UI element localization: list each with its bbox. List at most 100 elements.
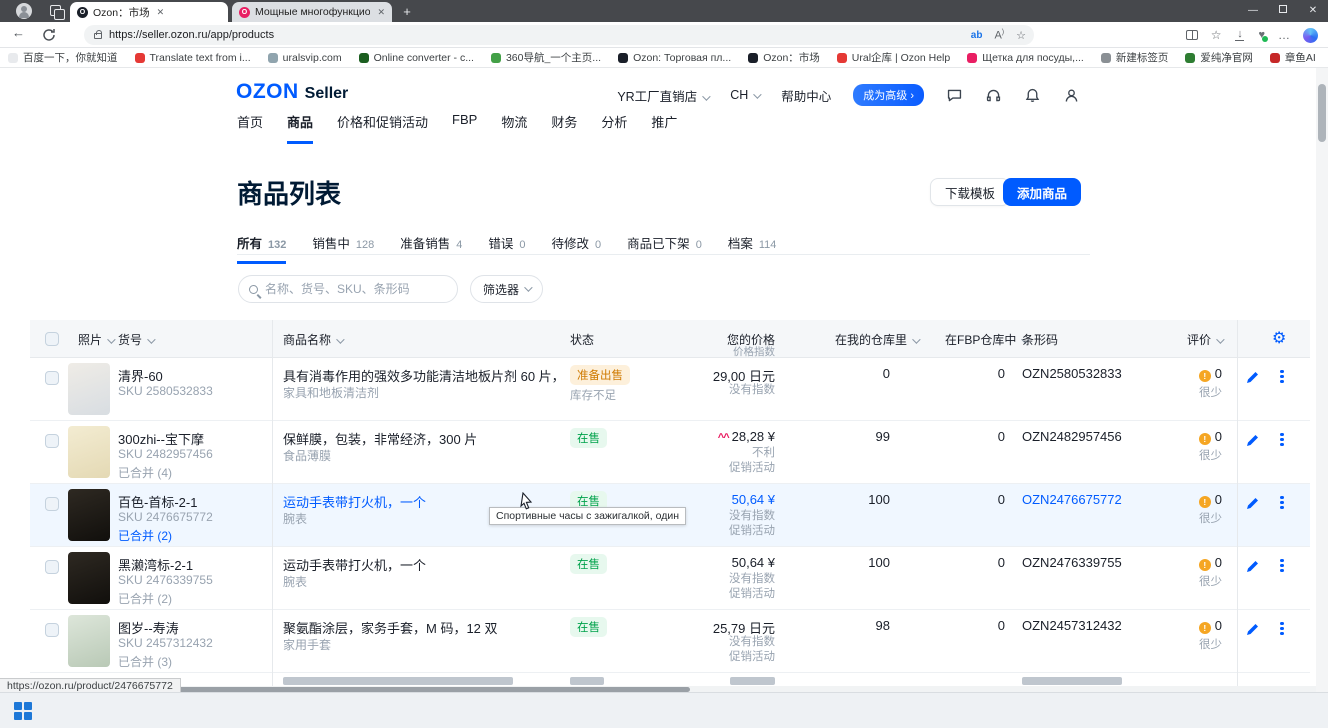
- downloads-icon[interactable]: ↓: [1234, 29, 1245, 41]
- read-aloud-icon[interactable]: A): [994, 29, 1004, 42]
- premium-button[interactable]: 成为高级 ›: [853, 84, 924, 106]
- column-photo[interactable]: 照片: [78, 331, 113, 348]
- column-my-warehouse[interactable]: 在我的仓库里: [835, 331, 918, 348]
- row-menu-kebab-icon[interactable]: [1275, 368, 1289, 386]
- copilot-icon[interactable]: [1303, 28, 1318, 43]
- account-icon[interactable]: [1063, 87, 1080, 104]
- product-name[interactable]: 运动手表带打火机，一个: [283, 555, 426, 574]
- translate-icon[interactable]: ab: [971, 30, 983, 41]
- edit-pencil-icon[interactable]: [1245, 496, 1260, 514]
- status-tab-销售中[interactable]: 销售中128: [312, 233, 374, 264]
- bell-icon[interactable]: [1024, 87, 1041, 104]
- product-barcode[interactable]: OZN2476675772: [1022, 492, 1122, 507]
- download-template-button[interactable]: 下载模板: [930, 178, 1010, 206]
- row-checkbox[interactable]: [45, 560, 59, 574]
- edit-pencil-icon[interactable]: [1245, 433, 1260, 451]
- row-checkbox[interactable]: [45, 434, 59, 448]
- bookmark-item[interactable]: Ural企库 | Ozon Help: [837, 50, 950, 65]
- product-image[interactable]: [68, 489, 110, 541]
- product-name[interactable]: 保鲜膜，包装，非常经济，300 片: [283, 429, 477, 448]
- nav-item-首页[interactable]: 首页: [237, 112, 263, 144]
- product-image[interactable]: [68, 363, 110, 415]
- bookmark-item[interactable]: Ozon: Торговая пл...: [618, 52, 731, 64]
- split-screen-icon[interactable]: [1186, 30, 1198, 40]
- back-icon[interactable]: ←: [12, 25, 25, 40]
- vertical-scrollbar[interactable]: [1316, 68, 1328, 692]
- workspaces-icon[interactable]: [48, 3, 64, 19]
- filter-button[interactable]: 筛选器: [470, 275, 543, 303]
- select-all-checkbox[interactable]: [45, 332, 59, 346]
- nav-item-FBP[interactable]: FBP: [452, 112, 477, 144]
- close-button[interactable]: ✕: [1298, 0, 1328, 22]
- status-tab-待修改[interactable]: 待修改0: [552, 233, 602, 264]
- browser-profile-icon[interactable]: [16, 3, 32, 19]
- status-tab-档案[interactable]: 档案114: [728, 233, 777, 264]
- product-search[interactable]: [238, 275, 458, 303]
- edit-pencil-icon[interactable]: [1245, 622, 1260, 640]
- refresh-icon[interactable]: [42, 28, 56, 42]
- bookmark-item[interactable]: 百度一下，你就知道: [8, 50, 118, 65]
- bookmark-item[interactable]: 爱纯净官网: [1185, 50, 1253, 65]
- edit-pencil-icon[interactable]: [1245, 559, 1260, 577]
- nav-item-物流[interactable]: 物流: [501, 112, 527, 144]
- bookmark-item[interactable]: Ozon：市场: [748, 50, 820, 65]
- address-bar[interactable]: https://seller.ozon.ru/app/products ab A…: [84, 25, 1034, 45]
- column-article[interactable]: 货号: [118, 331, 153, 348]
- product-image[interactable]: [68, 615, 110, 667]
- row-checkbox[interactable]: [45, 623, 59, 637]
- bookmark-item[interactable]: uralsvip.com: [268, 52, 342, 64]
- row-menu-kebab-icon[interactable]: [1275, 431, 1289, 449]
- scrollbar-thumb[interactable]: [1318, 84, 1326, 142]
- row-menu-kebab-icon[interactable]: [1275, 557, 1289, 575]
- bookmark-item[interactable]: Online converter - c...: [359, 52, 474, 64]
- bookmark-item[interactable]: 新建标签页: [1101, 50, 1169, 65]
- column-fbp-warehouse[interactable]: 在FBP仓库中: [945, 331, 1027, 348]
- product-image[interactable]: [68, 552, 110, 604]
- table-settings-gear-icon[interactable]: ⚙: [1272, 328, 1286, 348]
- store-selector[interactable]: YR工厂直销店: [617, 86, 708, 105]
- nav-item-价格和促销活动[interactable]: 价格和促销活动: [337, 112, 428, 144]
- favorite-star-icon[interactable]: ☆: [1016, 29, 1026, 42]
- minimize-button[interactable]: —: [1238, 0, 1268, 22]
- product-name[interactable]: 聚氨酯涂层，家务手套，M 码，12 双: [283, 618, 498, 637]
- nav-item-分析[interactable]: 分析: [601, 112, 627, 144]
- status-tab-商品已下架[interactable]: 商品已下架0: [627, 233, 702, 264]
- column-product-name[interactable]: 商品名称: [283, 331, 342, 348]
- nav-item-商品[interactable]: 商品: [287, 112, 313, 144]
- product-image[interactable]: [68, 426, 110, 478]
- row-menu-kebab-icon[interactable]: [1275, 620, 1289, 638]
- browser-tab-2[interactable]: O Мощные многофункциональнь ✕: [232, 2, 392, 22]
- status-tab-错误[interactable]: 错误0: [488, 233, 525, 264]
- bookmark-item[interactable]: 360导航_一个主页...: [491, 50, 601, 65]
- add-product-button[interactable]: 添加商品: [1003, 178, 1081, 206]
- product-name[interactable]: 运动手表带打火机，一个: [283, 492, 426, 511]
- nav-item-财务[interactable]: 财务: [551, 112, 577, 144]
- chat-icon[interactable]: [946, 87, 963, 104]
- row-checkbox[interactable]: [45, 497, 59, 511]
- browser-tab-1[interactable]: O Ozon：市场 ✕: [70, 2, 228, 22]
- language-selector[interactable]: CH: [730, 88, 759, 102]
- start-button[interactable]: [14, 702, 32, 720]
- favorites-bar-icon[interactable]: ☆: [1211, 28, 1222, 42]
- row-menu-kebab-icon[interactable]: [1275, 494, 1289, 512]
- headset-icon[interactable]: [985, 87, 1002, 104]
- bookmark-item[interactable]: Щетка для посуды,...: [967, 52, 1084, 64]
- browser-essentials-icon[interactable]: ♥: [1258, 29, 1265, 41]
- status-tab-所有[interactable]: 所有132: [237, 233, 286, 264]
- row-checkbox[interactable]: [45, 371, 59, 385]
- product-name[interactable]: 具有消毒作用的强效多功能清洁地板片剂 60 片，: [283, 366, 553, 385]
- ozon-seller-logo[interactable]: OZONSeller: [236, 80, 348, 104]
- maximize-button[interactable]: [1268, 0, 1298, 22]
- bookmark-item[interactable]: 章鱼AI: [1270, 50, 1316, 65]
- search-input[interactable]: [265, 282, 435, 296]
- status-tab-准备销售[interactable]: 准备销售4: [400, 233, 462, 264]
- bookmark-item[interactable]: Translate text from i...: [135, 52, 251, 64]
- edit-pencil-icon[interactable]: [1245, 370, 1260, 388]
- help-center-link[interactable]: 帮助中心: [781, 86, 831, 105]
- new-tab-button[interactable]: +: [399, 4, 415, 20]
- tab-close-icon[interactable]: ✕: [157, 7, 165, 18]
- tab-close-icon[interactable]: ✕: [377, 7, 385, 18]
- column-rating[interactable]: 评价: [1170, 331, 1222, 348]
- nav-item-推广[interactable]: 推广: [651, 112, 677, 144]
- settings-menu-icon[interactable]: …: [1278, 28, 1290, 42]
